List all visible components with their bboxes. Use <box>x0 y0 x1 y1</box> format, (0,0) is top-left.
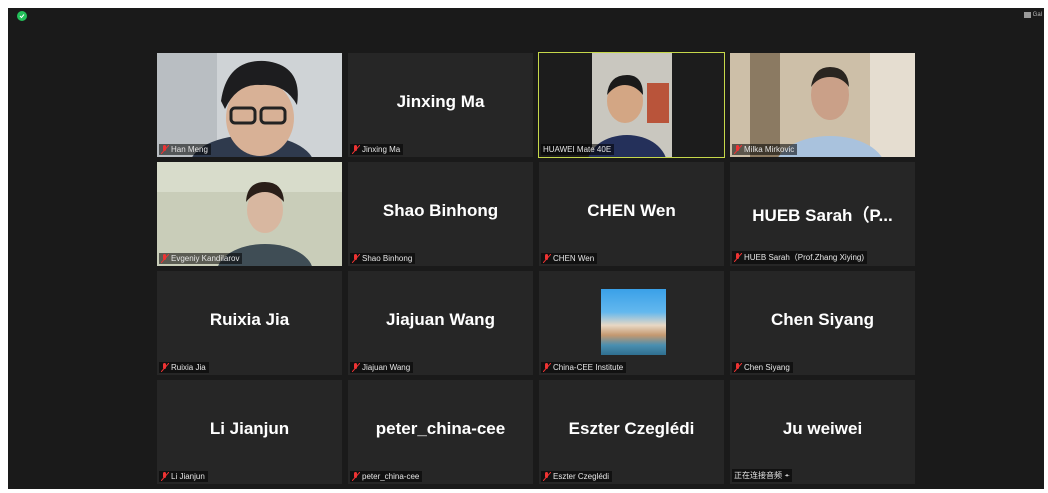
participant-display-name: HUEB Sarah（P... <box>752 206 893 225</box>
participant-tile-chen-wen[interactable]: CHEN Wen CHEN Wen <box>539 162 724 266</box>
participant-tile-li-jianjun[interactable]: Li Jianjun Li Jianjun <box>157 380 342 484</box>
muted-mic-icon <box>543 472 551 481</box>
participant-display-name: Eszter Czeglédi <box>568 419 695 438</box>
participant-tile-peter-china-cee[interactable]: peter_china-cee peter_china-cee <box>348 380 533 484</box>
security-shield-icon[interactable] <box>17 11 27 21</box>
muted-mic-icon <box>352 472 360 481</box>
participant-video <box>157 162 342 266</box>
participant-name: Jiajuan Wang <box>362 363 411 372</box>
participant-display-name: Chen Siyang <box>771 310 874 329</box>
participant-name-label: HUEB Sarah（Prof.Zhang Xiying) <box>732 251 868 264</box>
participant-name-label: Ruixia Jia <box>159 362 209 373</box>
participant-display-name: peter_china-cee <box>375 419 506 438</box>
gallery-grid: Han Meng Jinxing Ma Jinxing Ma HUAWEI Ma… <box>157 52 916 484</box>
participant-name: Ruixia Jia <box>171 363 206 372</box>
participant-tile-han-meng[interactable]: Han Meng <box>157 53 342 157</box>
connecting-audio-status: 正在连接音频 <box>734 471 782 480</box>
participant-display-name: Jiajuan Wang <box>386 310 495 329</box>
muted-mic-icon <box>734 253 742 262</box>
muted-mic-icon <box>161 472 169 481</box>
participant-name-label: China-CEE Institute <box>541 362 627 373</box>
participant-name: HUAWEI Mate 40E <box>543 145 612 154</box>
participant-name-label: CHEN Wen <box>541 253 598 264</box>
participant-tile-shao-binhong[interactable]: Shao Binhong Shao Binhong <box>348 162 533 266</box>
participant-name: Milka Mirkovic <box>744 145 795 154</box>
participant-display-name: Ju weiwei <box>782 419 863 438</box>
participant-name: Li Jianjun <box>171 472 205 481</box>
participant-tile-china-cee-institute[interactable]: China-CEE Institute <box>539 271 724 375</box>
participant-tile-jinxing-ma[interactable]: Jinxing Ma Jinxing Ma <box>348 53 533 157</box>
participant-display-name: Li Jianjun <box>209 419 290 438</box>
participant-name: Chen Siyang <box>744 363 790 372</box>
participant-name-label: Li Jianjun <box>159 471 208 482</box>
participant-name: Evgeniy Kandilarov <box>171 254 240 263</box>
participant-name: CHEN Wen <box>553 254 595 263</box>
connecting-dots-icon: ·•· <box>784 471 790 480</box>
participant-tile-jiajuan-wang[interactable]: Jiajuan Wang Jiajuan Wang <box>348 271 533 375</box>
muted-mic-icon <box>543 254 551 263</box>
participant-name-label: Chen Siyang <box>732 362 793 373</box>
muted-mic-icon <box>734 363 742 372</box>
participant-name: peter_china-cee <box>362 472 420 481</box>
participant-name-label: 正在连接音频 ·•· <box>732 469 793 482</box>
participant-name-label: peter_china-cee <box>350 471 423 482</box>
participant-name-label: Eszter Czeglédi <box>541 471 613 482</box>
participant-display-name: Shao Binhong <box>382 201 499 220</box>
participant-tile-huawei-mate-40e[interactable]: HUAWEI Mate 40E <box>538 52 725 158</box>
participant-name: China-CEE Institute <box>553 363 624 372</box>
muted-mic-icon <box>161 145 169 154</box>
participant-tile-milka-mirkovic[interactable]: Milka Mirkovic <box>730 53 915 157</box>
muted-mic-icon <box>734 145 742 154</box>
view-toggle-label: Gal <box>1032 11 1042 18</box>
participant-name: Eszter Czeglédi <box>553 472 610 481</box>
participant-tile-ju-weiwei[interactable]: Ju weiwei 正在连接音频 ·•· <box>730 380 915 484</box>
muted-mic-icon <box>543 363 551 372</box>
participant-tile-ruixia-jia[interactable]: Ruixia Jia Ruixia Jia <box>157 271 342 375</box>
participant-tile-chen-siyang[interactable]: Chen Siyang Chen Siyang <box>730 271 915 375</box>
participant-name: Jinxing Ma <box>362 145 401 154</box>
participant-name-label: Milka Mirkovic <box>732 144 798 155</box>
participant-display-name: Ruixia Jia <box>209 310 290 329</box>
participant-name-label: Shao Binhong <box>350 253 416 264</box>
participant-tile-hueb-sarah[interactable]: HUEB Sarah（P... HUEB Sarah（Prof.Zhang Xi… <box>730 162 915 266</box>
participant-name-label: Jiajuan Wang <box>350 362 414 373</box>
gallery-view-icon <box>1023 11 1031 18</box>
participant-name-label: Jinxing Ma <box>350 144 404 155</box>
participant-name-label: Evgeniy Kandilarov <box>159 253 243 264</box>
muted-mic-icon <box>161 363 169 372</box>
participant-tile-evgeniy-kandilarov[interactable]: Evgeniy Kandilarov <box>157 162 342 266</box>
participant-display-name: Jinxing Ma <box>396 92 485 111</box>
muted-mic-icon <box>161 254 169 263</box>
muted-mic-icon <box>352 145 360 154</box>
view-toggle-button[interactable]: Gal <box>1023 10 1042 19</box>
participant-name: Han Meng <box>171 145 208 154</box>
muted-mic-icon <box>352 363 360 372</box>
participant-tile-eszter-czegledi[interactable]: Eszter Czeglédi Eszter Czeglédi <box>539 380 724 484</box>
participant-video <box>539 53 724 157</box>
profile-picture <box>601 289 666 355</box>
participant-name: Shao Binhong <box>362 254 413 263</box>
participant-display-name: CHEN Wen <box>587 201 676 220</box>
participant-video <box>730 53 915 157</box>
participant-name: HUEB Sarah（Prof.Zhang Xiying) <box>744 253 865 262</box>
meeting-window: Gal Han Meng Jinxing Ma Jinxing Ma HUAWE… <box>8 8 1044 489</box>
participant-name-label: HUAWEI Mate 40E <box>541 144 615 155</box>
participant-video <box>157 53 342 157</box>
muted-mic-icon <box>352 254 360 263</box>
participant-name-label: Han Meng <box>159 144 211 155</box>
